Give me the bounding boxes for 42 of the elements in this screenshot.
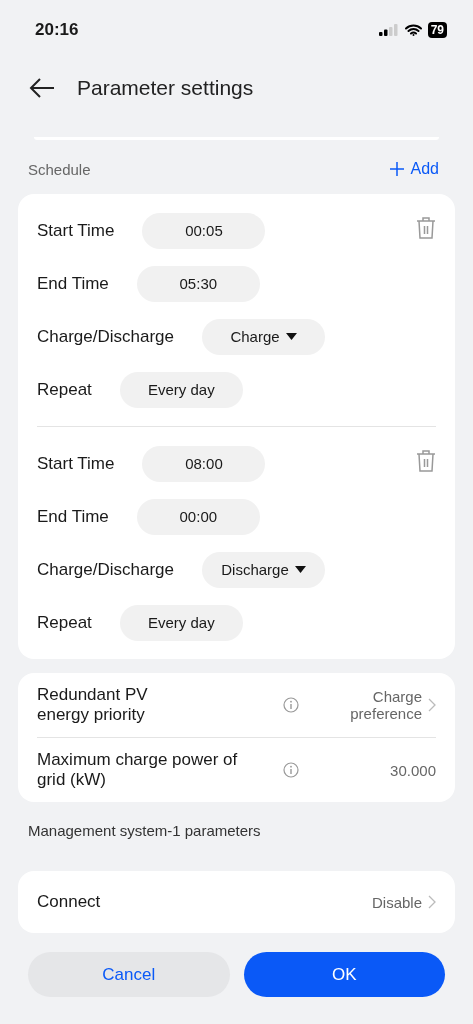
info-icon[interactable]	[283, 762, 299, 778]
field-label: Charge/Discharge	[37, 559, 174, 580]
trash-icon[interactable]	[416, 449, 436, 473]
trash-icon[interactable]	[416, 216, 436, 240]
field-label: Charge/Discharge	[37, 326, 174, 347]
signal-icon	[378, 24, 399, 36]
time-picker[interactable]: Every day	[119, 604, 243, 641]
mode-dropdown[interactable]: Discharge	[202, 551, 325, 588]
time-picker[interactable]: 08:00	[142, 445, 266, 482]
status-time: 20:16	[35, 20, 79, 40]
page-title: Parameter settings	[77, 76, 254, 100]
wifi-icon	[404, 24, 422, 36]
field-label: Repeat	[37, 612, 92, 633]
setting-label: Connect	[37, 891, 102, 913]
info-icon[interactable]	[283, 697, 299, 713]
add-button[interactable]: Add	[389, 160, 439, 178]
setting-value: Disable	[370, 893, 422, 911]
caret-down-icon	[294, 565, 306, 574]
plus-icon	[389, 162, 404, 176]
section-title: Schedule	[28, 160, 91, 178]
field-label: End Time	[37, 273, 109, 294]
time-picker[interactable]: 00:05	[142, 212, 266, 249]
section-title: Management system-1 parameters	[27, 821, 262, 841]
setting-label: Redundant PV energy priority	[37, 684, 149, 726]
time-picker[interactable]: Every day	[119, 371, 243, 408]
mode-dropdown[interactable]: Charge	[202, 318, 325, 355]
field-label: Start Time	[37, 220, 115, 241]
settings-row[interactable]: Redundant PV energy priority Charge preference	[37, 673, 436, 737]
field-label: End Time	[37, 506, 109, 527]
caret-down-icon	[285, 332, 297, 341]
cancel-button[interactable]: Cancel	[28, 952, 230, 997]
setting-value: 30.000	[389, 761, 436, 779]
battery-indicator: 79	[427, 22, 447, 38]
setting-value: Charge preference	[349, 688, 422, 722]
time-picker[interactable]: 00:00	[136, 498, 260, 535]
field-label: Start Time	[37, 453, 115, 474]
time-picker[interactable]: 05:30	[136, 265, 260, 302]
ok-button[interactable]: OK	[243, 952, 445, 997]
settings-row[interactable]: Maximum charge power of grid (kW) 30.000	[37, 737, 436, 802]
setting-label: Maximum charge power of grid (kW)	[37, 749, 239, 791]
back-arrow-icon[interactable]	[29, 78, 55, 98]
field-label: Repeat	[37, 379, 92, 400]
